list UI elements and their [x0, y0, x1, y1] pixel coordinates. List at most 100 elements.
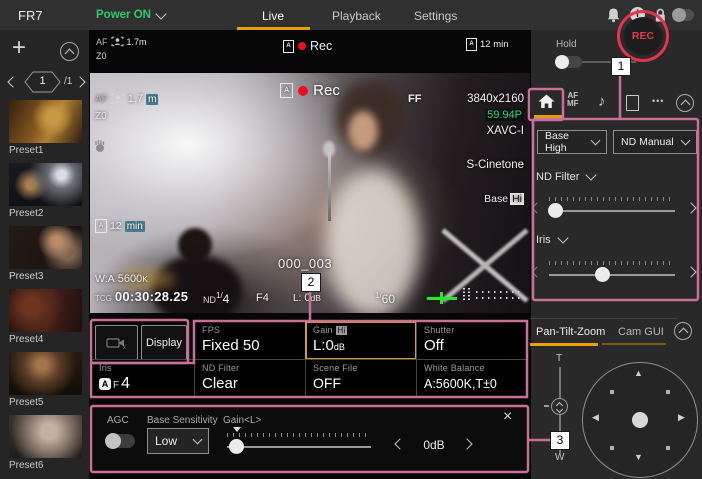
lock-toggle[interactable] — [672, 9, 694, 21]
preset-label[interactable]: Preset5 — [9, 397, 43, 408]
iris-expander[interactable]: Iris — [536, 234, 567, 246]
joystick-center-knob[interactable] — [632, 412, 648, 428]
preset-label[interactable]: Preset4 — [9, 334, 43, 345]
ptz-collapse-button[interactable] — [674, 322, 692, 340]
shutter-value: 60 — [382, 292, 395, 306]
gain-slider-track[interactable] — [227, 446, 371, 448]
preset-thumbnail[interactable] — [9, 415, 82, 458]
fps-cell[interactable]: FPS Fixed 50 — [194, 321, 306, 360]
panel-tab-audio[interactable]: ♪ — [598, 93, 606, 110]
zoom-knob-down-icon — [556, 406, 563, 413]
preset-thumbnail[interactable] — [9, 289, 82, 332]
base-mode-dropdown[interactable]: Base High — [537, 130, 607, 154]
chevron-down-icon — [586, 169, 597, 180]
gain-cell[interactable]: Gain Hi L:0dB — [305, 321, 417, 360]
close-icon[interactable]: × — [503, 408, 512, 426]
preset-label[interactable]: Preset6 — [9, 460, 43, 471]
gain-adjust-panel: AGC Base Sensitivity Low Gain<L> 0dB × — [91, 406, 528, 472]
joystick-right-icon[interactable]: ▶ — [678, 412, 685, 423]
nd-filter-cell[interactable]: ND Filter Clear — [194, 359, 306, 398]
rec-button[interactable]: REC — [624, 17, 662, 55]
white-balance-cell[interactable]: White Balance A:5600K,T±0 — [416, 359, 527, 398]
iris-slider-track[interactable] — [549, 274, 675, 276]
gain-label: Gain Hi — [313, 325, 347, 335]
gain-increase-icon[interactable] — [461, 438, 472, 449]
tab-cam-gui[interactable]: Cam GUI — [618, 326, 664, 338]
audio-meter-bar-2 — [468, 288, 470, 300]
white-balance-label: White Balance — [424, 363, 485, 373]
af-mode-label: AF — [95, 94, 108, 105]
tab-live[interactable]: Live — [262, 9, 284, 23]
mf-label: MF — [567, 100, 579, 108]
nd-label: ND — [203, 295, 216, 305]
zoom-slider-knob[interactable] — [551, 398, 568, 415]
preset-thumbnail[interactable] — [9, 226, 82, 269]
agc-toggle[interactable] — [105, 434, 135, 448]
rec-dot-icon — [298, 86, 308, 96]
preset-label[interactable]: Preset3 — [9, 271, 43, 282]
add-preset-button[interactable]: + — [12, 34, 26, 62]
base-sensitivity-dropdown[interactable]: Low — [147, 428, 209, 454]
recording-framerate: 59.94P — [485, 109, 524, 121]
panel-tab-more[interactable]: ••• — [652, 96, 664, 106]
gain-decrease-icon[interactable] — [394, 438, 405, 449]
hold-switch[interactable] — [556, 56, 582, 68]
microphone — [328, 151, 331, 221]
callout-1-box: 1 — [611, 57, 631, 76]
joystick-left-icon[interactable]: ◀ — [592, 412, 599, 423]
fps-value: Fixed 50 — [202, 337, 260, 354]
ptz-section-divider — [530, 318, 678, 319]
more-icon: ••• — [652, 96, 664, 106]
app-title: FR7 — [18, 8, 43, 23]
nd-slider-track[interactable] — [549, 210, 675, 212]
scene-file-label: Scene File — [313, 363, 358, 373]
focus-distance: 1.7m — [127, 37, 147, 47]
iris-cell[interactable]: Iris A F 4 — [91, 359, 195, 398]
preset-label[interactable]: Preset2 — [9, 208, 43, 219]
gain-hi-badge: Hi — [336, 326, 348, 335]
display-button[interactable]: Display — [141, 325, 187, 360]
tab-pan-tilt-zoom[interactable]: Pan-Tilt-Zoom — [536, 326, 605, 338]
nd-slider-knob[interactable] — [548, 203, 563, 218]
gain-unit-text: dB — [334, 342, 345, 352]
zoom-tele-label: T — [556, 353, 562, 364]
notification-bell-icon[interactable] — [606, 7, 621, 23]
gain-slider-label: Gain<L> — [223, 415, 261, 426]
clip-name: 000_003 — [278, 256, 332, 271]
iris-slider-knob[interactable] — [595, 267, 610, 282]
shutter-label: Shutter — [424, 325, 454, 335]
panel-tab-media[interactable] — [626, 95, 639, 111]
power-status[interactable]: Power ON — [96, 9, 151, 21]
audio-meter-scale-1 — [476, 291, 522, 293]
callout-2-box: 2 — [301, 273, 321, 292]
gain-slider-ticks — [227, 433, 371, 437]
preset-thumbnail[interactable] — [9, 352, 82, 395]
tab-settings[interactable]: Settings — [414, 9, 457, 23]
tab-playback[interactable]: Playback — [332, 9, 381, 23]
agc-label: AGC — [107, 415, 129, 426]
scene-file-cell[interactable]: Scene File OFF — [305, 359, 417, 398]
joystick-up-icon[interactable]: ▲ — [634, 368, 643, 378]
svg-text:x: x — [123, 345, 126, 350]
panel-tab-home[interactable] — [538, 94, 555, 109]
joystick-down-icon[interactable]: ▼ — [634, 452, 643, 462]
joystick-dot — [666, 390, 670, 394]
media-a-icon: A — [95, 219, 107, 233]
preset-thumbnail[interactable] — [9, 100, 82, 143]
sidebar-collapse-button[interactable] — [60, 42, 79, 61]
hand-shake-icon — [93, 139, 107, 153]
tab-cam-gui-underline — [602, 343, 666, 345]
nd-mode-dropdown[interactable]: ND Manual — [613, 130, 697, 154]
rec-dot-icon — [298, 42, 306, 50]
panel-tab-home-underline — [534, 115, 562, 118]
preset-label[interactable]: Preset1 — [9, 145, 43, 156]
panel-tab-focus[interactable]: AF MF — [567, 92, 579, 108]
shutter-cell[interactable]: Shutter Off — [416, 321, 527, 360]
panel-collapse-button[interactable] — [676, 94, 694, 112]
shutter-numerator: 1/ — [375, 291, 382, 300]
joystick-dot — [610, 446, 614, 450]
camera-image-off-button[interactable]: x — [95, 325, 138, 360]
gain-slider-knob[interactable] — [229, 439, 244, 454]
nd-filter-expander[interactable]: ND Filter — [536, 171, 595, 183]
preset-thumbnail[interactable] — [9, 163, 82, 206]
